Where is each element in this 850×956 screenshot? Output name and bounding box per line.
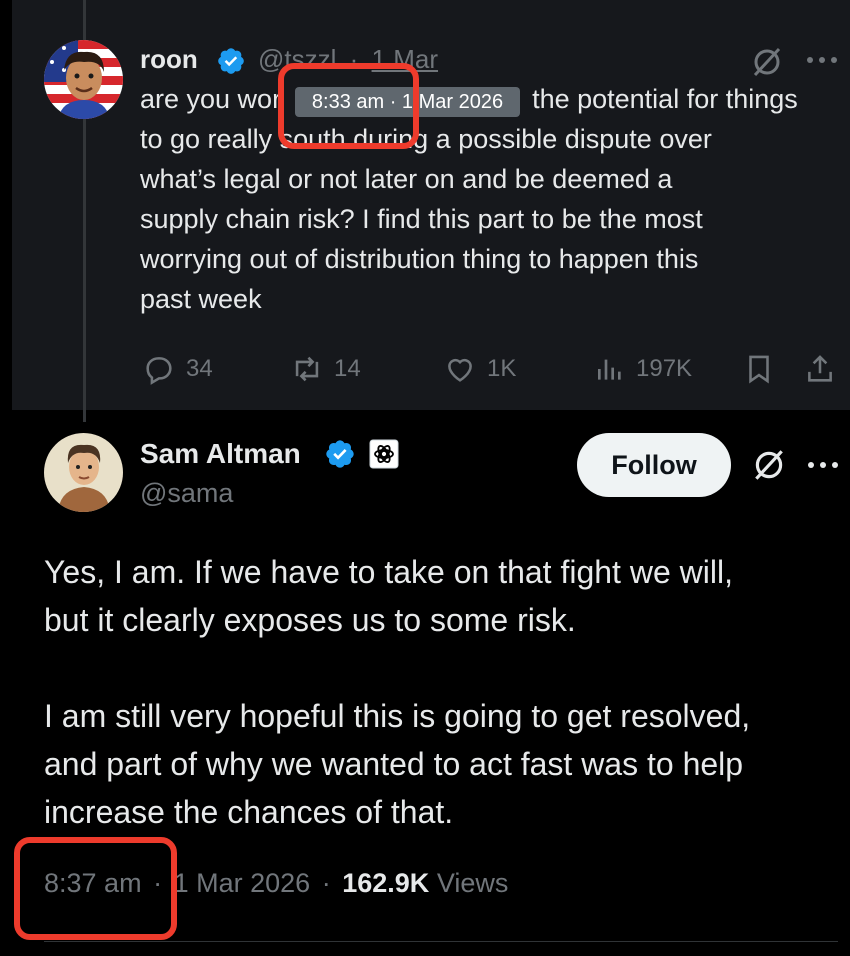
grok-slash-icon[interactable] (749, 44, 785, 80)
views-count: 162.9K (342, 868, 430, 898)
main-text-line: and part of why we wanted to act fast wa… (44, 746, 744, 782)
highlight-box-main-time (14, 837, 177, 940)
repost-button[interactable]: 14 (290, 352, 361, 386)
like-count: 1K (487, 355, 517, 382)
reply-button[interactable]: 34 (142, 352, 213, 386)
share-icon[interactable] (803, 352, 837, 386)
main-text-line: increase the chances of that. (44, 794, 454, 830)
like-button[interactable]: 1K (443, 352, 516, 386)
tweet-date[interactable]: 1 Mar 2026 (174, 868, 311, 898)
more-icon[interactable] (806, 457, 840, 473)
reply-icon (146, 357, 172, 385)
views-label: Views (436, 868, 509, 898)
repost-count: 14 (334, 355, 361, 382)
like-icon (448, 358, 472, 382)
main-tweet-text: Yes, I am. If we have to take on that fi… (44, 548, 750, 836)
repost-icon (295, 356, 319, 382)
main-handle[interactable]: @sama (140, 478, 233, 509)
verified-badge-icon (326, 440, 354, 468)
more-icon[interactable] (805, 52, 839, 68)
reply-text-line: the potential for things (532, 84, 798, 114)
main-text-line: I am still very hopeful this is going to… (44, 698, 751, 734)
reply-tweet-text: are you wor the potential for things to g… (140, 84, 798, 324)
reply-text-line: worrying out of distribution thing to ha… (140, 244, 699, 274)
reply-text-line: past week (140, 284, 262, 314)
grok-slash-icon[interactable] (750, 446, 788, 484)
reply-count: 34 (186, 355, 213, 382)
reply-text-line: what’s legal or not later on and be deem… (140, 164, 673, 194)
main-text-line: but it clearly exposes us to some risk. (44, 602, 576, 638)
reply-author-name[interactable]: roon (140, 44, 198, 75)
views-button[interactable]: 197K (594, 352, 692, 386)
openai-logo-icon[interactable] (369, 439, 399, 469)
follow-button[interactable]: Follow (577, 433, 731, 497)
sama-avatar[interactable] (44, 433, 123, 512)
reply-text-line: are you wor (140, 84, 282, 114)
bookmark-icon[interactable] (742, 352, 776, 386)
separator: · (321, 868, 331, 898)
views-icon (598, 359, 621, 380)
divider (44, 941, 838, 942)
roon-avatar[interactable] (44, 40, 123, 119)
reply-text-line: to go really south during a possible dis… (140, 124, 712, 154)
views-count: 197K (636, 355, 693, 382)
highlight-box-reply-time (278, 63, 419, 149)
main-author-name[interactable]: Sam Altman (140, 438, 301, 470)
main-text-line: Yes, I am. If we have to take on that fi… (44, 554, 733, 590)
verified-badge-icon (218, 48, 244, 74)
reply-text-line: supply chain risk? I find this part to b… (140, 204, 703, 234)
